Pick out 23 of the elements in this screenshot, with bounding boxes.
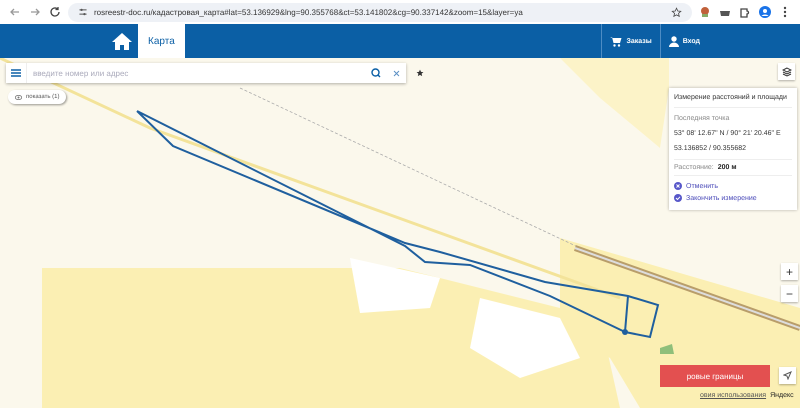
location-arrow-icon[interactable]: [783, 371, 792, 380]
site-settings-icon[interactable]: [78, 7, 88, 17]
reload-icon[interactable]: [48, 5, 62, 19]
layers-icon[interactable]: [782, 66, 792, 76]
url-text: rosreestr-doc.ru/кадастровая_карта#lat=53.136929&lng=90.355768&ct=53.141802&cg=90.337142&zoom=15&layer=ya: [94, 8, 524, 16]
eye-icon: [15, 94, 22, 100]
home-icon[interactable]: [110, 32, 134, 50]
measurement-point[interactable]: [622, 329, 628, 335]
zoom-in-button[interactable]: +: [781, 263, 798, 280]
extension-icon[interactable]: [698, 5, 712, 19]
boundaries-button[interactable]: ровые границы: [660, 365, 770, 387]
cancel-icon: [674, 182, 682, 190]
close-icon[interactable]: [393, 70, 400, 76]
search-field[interactable]: введите номер или адрес: [6, 63, 406, 83]
bookmark-star-icon[interactable]: [671, 6, 682, 18]
search-icon[interactable]: [371, 68, 381, 78]
nav-tab[interactable]: Карта: [138, 24, 185, 58]
zoom-out-button[interactable]: −: [781, 285, 798, 302]
check-icon: [674, 194, 682, 202]
profile-icon[interactable]: [758, 5, 772, 19]
star-icon[interactable]: [416, 68, 424, 76]
vegetation-patch: [660, 344, 674, 354]
address-bar[interactable]: rosreestr-doc.ru/кадастровая_карта#lat=53.136929&lng=90.355768&ct=53.141802&cg=90.337142&zoom=15&layer=ya: [68, 2, 692, 22]
